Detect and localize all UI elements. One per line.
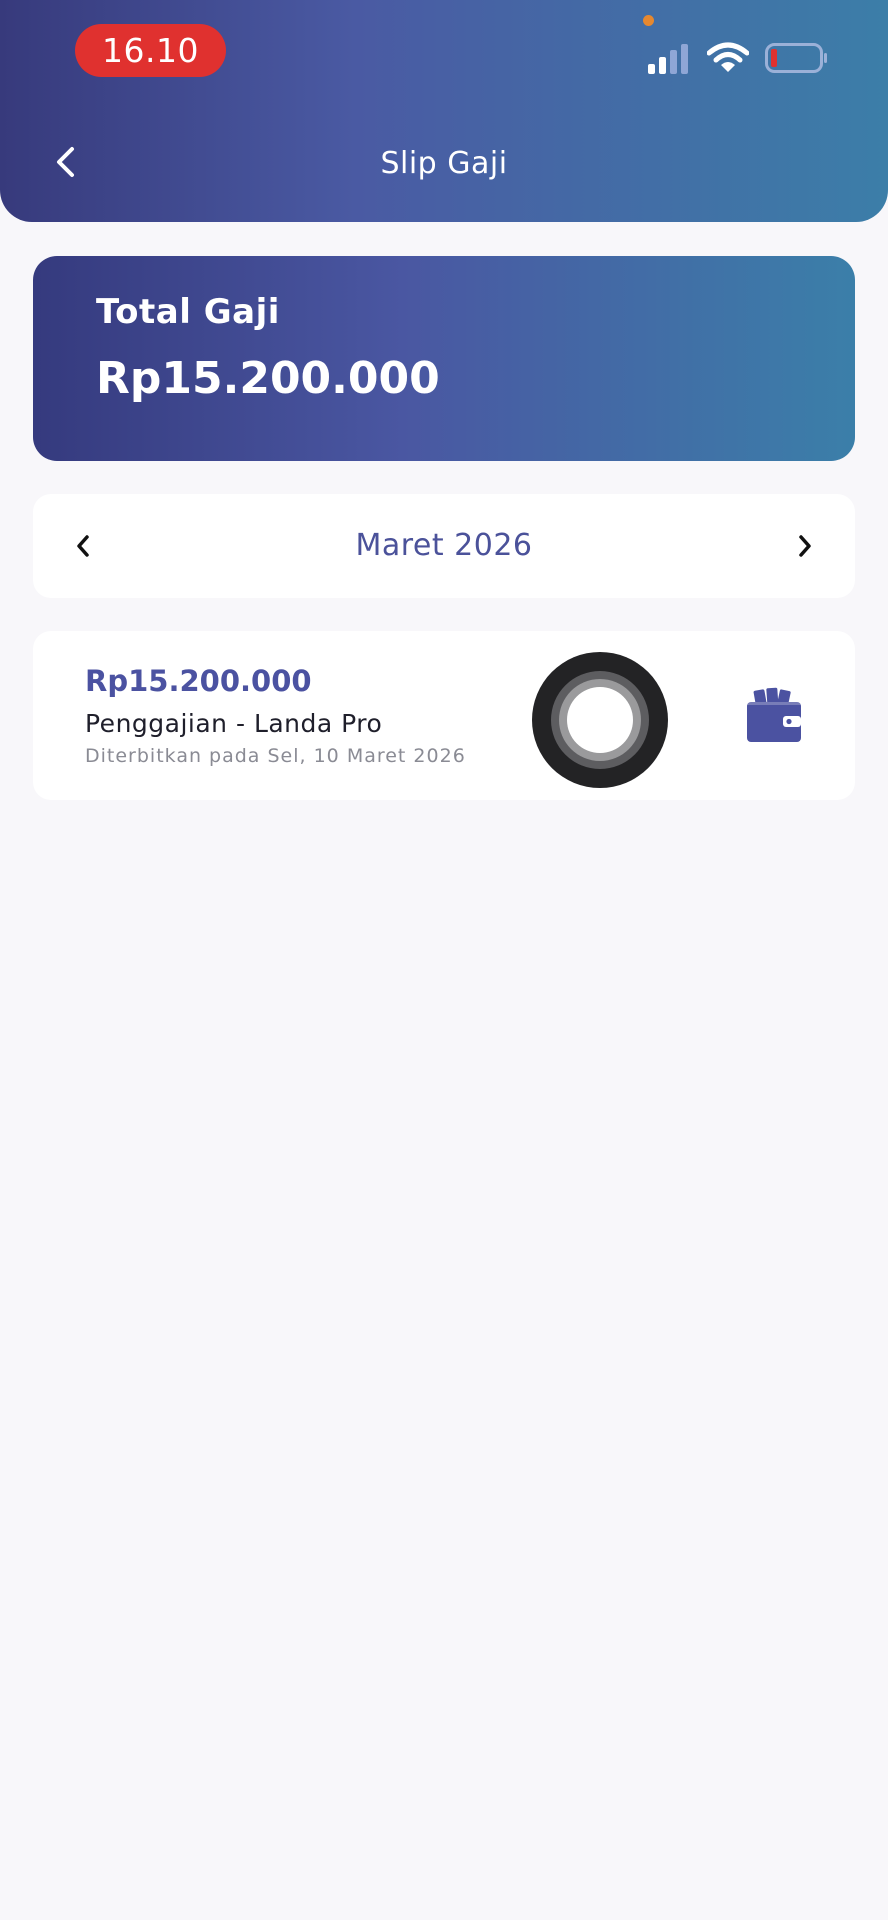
page-title: Slip Gaji xyxy=(380,146,508,181)
slip-issued-date: Diterbitkan pada Sel, 10 Maret 2026 xyxy=(85,745,466,767)
total-salary-label: Total Gaji xyxy=(96,292,280,332)
privacy-indicator-dot xyxy=(643,15,654,26)
slip-title: Penggajian - Landa Pro xyxy=(85,709,383,738)
selected-month-label: Maret 2026 xyxy=(355,528,533,563)
month-selector: Maret 2026 xyxy=(33,494,855,598)
total-salary-amount: Rp15.200.000 xyxy=(96,353,440,404)
cellular-signal-icon xyxy=(648,44,688,74)
slip-amount: Rp15.200.000 xyxy=(85,664,312,698)
wallet-icon xyxy=(747,687,801,742)
total-salary-card: Total Gaji Rp15.200.000 xyxy=(33,256,855,461)
next-month-button[interactable] xyxy=(783,524,827,568)
app-header: 16.10 Slip Gaji xyxy=(0,0,888,222)
salary-slip-item[interactable]: Rp15.200.000 Penggajian - Landa Pro Dite… xyxy=(33,631,855,800)
wifi-icon xyxy=(707,42,749,72)
chevron-right-icon xyxy=(799,535,811,557)
status-time: 16.10 xyxy=(75,24,226,77)
assistive-touch-button[interactable] xyxy=(531,651,669,789)
battery-icon xyxy=(765,43,827,73)
